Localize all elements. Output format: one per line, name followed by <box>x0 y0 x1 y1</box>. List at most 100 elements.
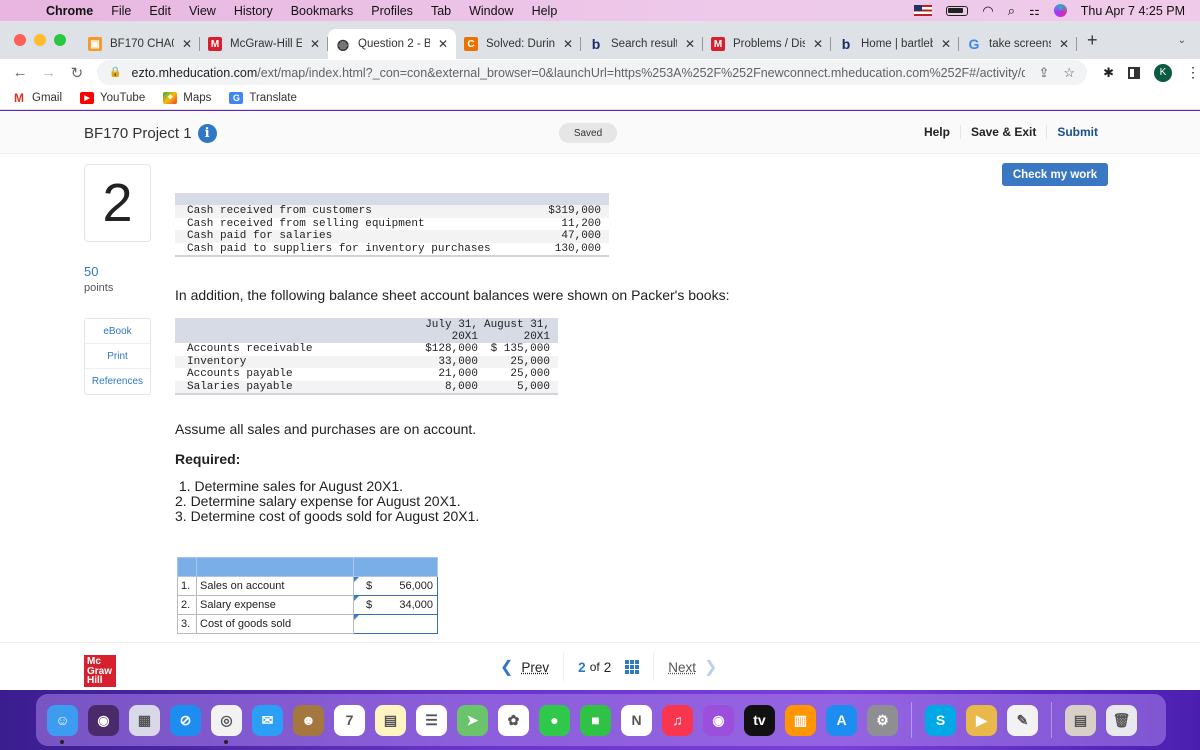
close-tab-icon[interactable]: ✕ <box>941 37 951 51</box>
check-my-work-button[interactable]: Check my work <box>1002 163 1108 186</box>
answer-input[interactable] <box>353 614 438 634</box>
translate-icon: G <box>229 91 244 104</box>
menu-profiles[interactable]: Profiles <box>371 4 413 18</box>
references-link[interactable]: References <box>85 369 150 394</box>
contacts-icon[interactable]: ☻ <box>293 704 324 736</box>
safari-icon[interactable]: ⊘ <box>170 704 201 736</box>
answer-input[interactable]: $56,000 <box>353 576 438 596</box>
next-button[interactable]: Next ❯ <box>653 653 731 681</box>
python-launcher-icon[interactable]: ✎ <box>1007 704 1038 736</box>
close-tab-icon[interactable]: ✕ <box>813 37 823 51</box>
lock-icon[interactable]: 🔒 <box>109 67 121 78</box>
plex-icon[interactable]: ▶ <box>966 704 997 736</box>
downloads-stack-icon[interactable]: ▤ <box>1065 704 1096 736</box>
skype-icon[interactable]: S <box>925 704 956 736</box>
input-source-flag-icon[interactable] <box>914 5 933 16</box>
bookmark-maps[interactable]: ⌖ Maps <box>163 91 211 104</box>
close-tab-icon[interactable]: ✕ <box>182 37 192 51</box>
reminders-icon[interactable]: ☰ <box>416 704 447 736</box>
podcasts-icon[interactable]: ◉ <box>703 704 734 736</box>
prev-button[interactable]: ❮ Prev <box>486 653 563 681</box>
close-tab-icon[interactable]: ✕ <box>310 37 320 51</box>
browser-tab[interactable]: M Problems / Disc ✕ <box>703 29 831 59</box>
maps-app-icon[interactable]: ➤ <box>457 704 488 736</box>
bookmark-star-icon[interactable]: ☆ <box>1063 65 1075 81</box>
profile-avatar[interactable]: K <box>1153 63 1172 82</box>
answer-value[interactable]: 34,000 <box>399 599 433 611</box>
menu-history[interactable]: History <box>234 4 273 18</box>
browser-tab[interactable]: ◍ Question 2 - BF ✕ <box>328 29 456 59</box>
extensions-puzzle-icon[interactable]: ✱ <box>1103 65 1114 81</box>
header-line: 20X1 <box>451 331 478 343</box>
facetime-icon[interactable]: ■ <box>580 704 611 736</box>
close-tab-icon[interactable]: ✕ <box>563 37 573 51</box>
close-tab-icon[interactable]: ✕ <box>1059 37 1069 51</box>
browser-tab[interactable]: b Search results f ✕ <box>581 29 703 59</box>
bookmark-youtube[interactable]: ▶ YouTube <box>80 91 145 104</box>
browser-tab[interactable]: Gtake screenshot ✕ <box>959 29 1077 59</box>
submit-link[interactable]: Submit <box>1046 125 1108 139</box>
spotlight-search-icon[interactable]: ⌕ <box>1008 3 1015 19</box>
reload-button[interactable]: ↻ <box>69 64 85 82</box>
forward-button[interactable]: → <box>40 64 56 81</box>
bookmark-translate[interactable]: G Translate <box>229 91 297 104</box>
app-store-icon[interactable]: A <box>826 704 857 736</box>
tab-search-chevron-icon[interactable]: ⌄ <box>1178 35 1186 46</box>
chrome-icon[interactable]: ◎ <box>211 704 242 744</box>
news-icon[interactable]: N <box>621 704 652 736</box>
menu-tab[interactable]: Tab <box>431 4 451 18</box>
trash-icon[interactable]: 🗑 <box>1106 704 1137 736</box>
mail-icon[interactable]: ✉ <box>252 704 283 736</box>
browser-tab[interactable]: ▣ BF170 CHA001 ✕ <box>80 29 200 59</box>
ebook-link[interactable]: eBook <box>85 319 150 344</box>
browser-tab[interactable]: M McGraw-Hill Ed ✕ <box>200 29 328 59</box>
launchpad-icon[interactable]: ▦ <box>129 704 160 736</box>
notes-icon[interactable]: ▤ <box>375 704 406 736</box>
browser-tab[interactable]: b Home | bartleby ✕ <box>831 29 959 59</box>
menu-view[interactable]: View <box>189 4 216 18</box>
calendar-icon[interactable]: 7 <box>334 704 365 736</box>
music-icon[interactable]: ♫ <box>662 704 693 736</box>
zoom-window-button[interactable] <box>54 34 66 46</box>
orange-box-icon: ▣ <box>88 37 102 51</box>
menu-clock[interactable]: Thu Apr 7 4:25 PM <box>1081 4 1185 18</box>
answer-input[interactable]: $34,000 <box>353 595 438 615</box>
control-center-icon[interactable]: ⚏ <box>1029 4 1040 18</box>
messages-icon[interactable]: ● <box>539 704 570 736</box>
photos-icon[interactable]: ✿ <box>498 704 529 736</box>
assignment-header: BF170 Project 1 i Saved Help Save & Exit… <box>0 111 1200 154</box>
battery-icon[interactable] <box>946 5 969 16</box>
close-tab-icon[interactable]: ✕ <box>438 37 448 51</box>
question-grid-icon[interactable] <box>625 660 640 674</box>
bookmark-gmail[interactable]: M Gmail <box>12 90 62 105</box>
back-button[interactable]: ← <box>12 64 28 81</box>
share-icon[interactable]: ⇪ <box>1039 65 1050 81</box>
save-exit-link[interactable]: Save & Exit <box>959 125 1046 139</box>
info-icon[interactable]: i <box>197 124 217 143</box>
books-icon[interactable]: ▥ <box>785 704 816 736</box>
wifi-icon[interactable]: ◠ <box>982 3 993 19</box>
finder-icon[interactable]: ☺ <box>47 704 78 744</box>
siri-icon[interactable]: ◉ <box>88 704 119 736</box>
system-preferences-icon[interactable]: ⚙ <box>867 704 898 736</box>
menu-file[interactable]: File <box>111 4 131 18</box>
side-panel-icon[interactable] <box>1127 66 1140 79</box>
browser-tab[interactable]: C Solved: During ✕ <box>456 29 581 59</box>
menu-help[interactable]: Help <box>532 4 558 18</box>
apple-tv-icon[interactable]: tv <box>744 704 775 736</box>
menu-app-name[interactable]: Chrome <box>46 4 93 18</box>
minimize-window-button[interactable] <box>34 34 46 46</box>
chrome-menu-kebab-icon[interactable]: ⋮ <box>1186 64 1200 81</box>
print-link[interactable]: Print <box>85 344 150 369</box>
siri-icon[interactable] <box>1053 4 1067 17</box>
help-link[interactable]: Help <box>914 125 960 139</box>
gmail-icon: M <box>14 90 24 105</box>
menu-window[interactable]: Window <box>469 4 513 18</box>
menu-bookmarks[interactable]: Bookmarks <box>291 4 354 18</box>
new-tab-button[interactable]: + <box>1087 30 1098 51</box>
close-window-button[interactable] <box>14 34 26 46</box>
close-tab-icon[interactable]: ✕ <box>685 37 695 51</box>
address-bar[interactable]: 🔒 ezto.mheducation.com/ext/map/index.htm… <box>97 60 1088 85</box>
menu-edit[interactable]: Edit <box>149 4 171 18</box>
answer-value[interactable]: 56,000 <box>399 580 433 592</box>
